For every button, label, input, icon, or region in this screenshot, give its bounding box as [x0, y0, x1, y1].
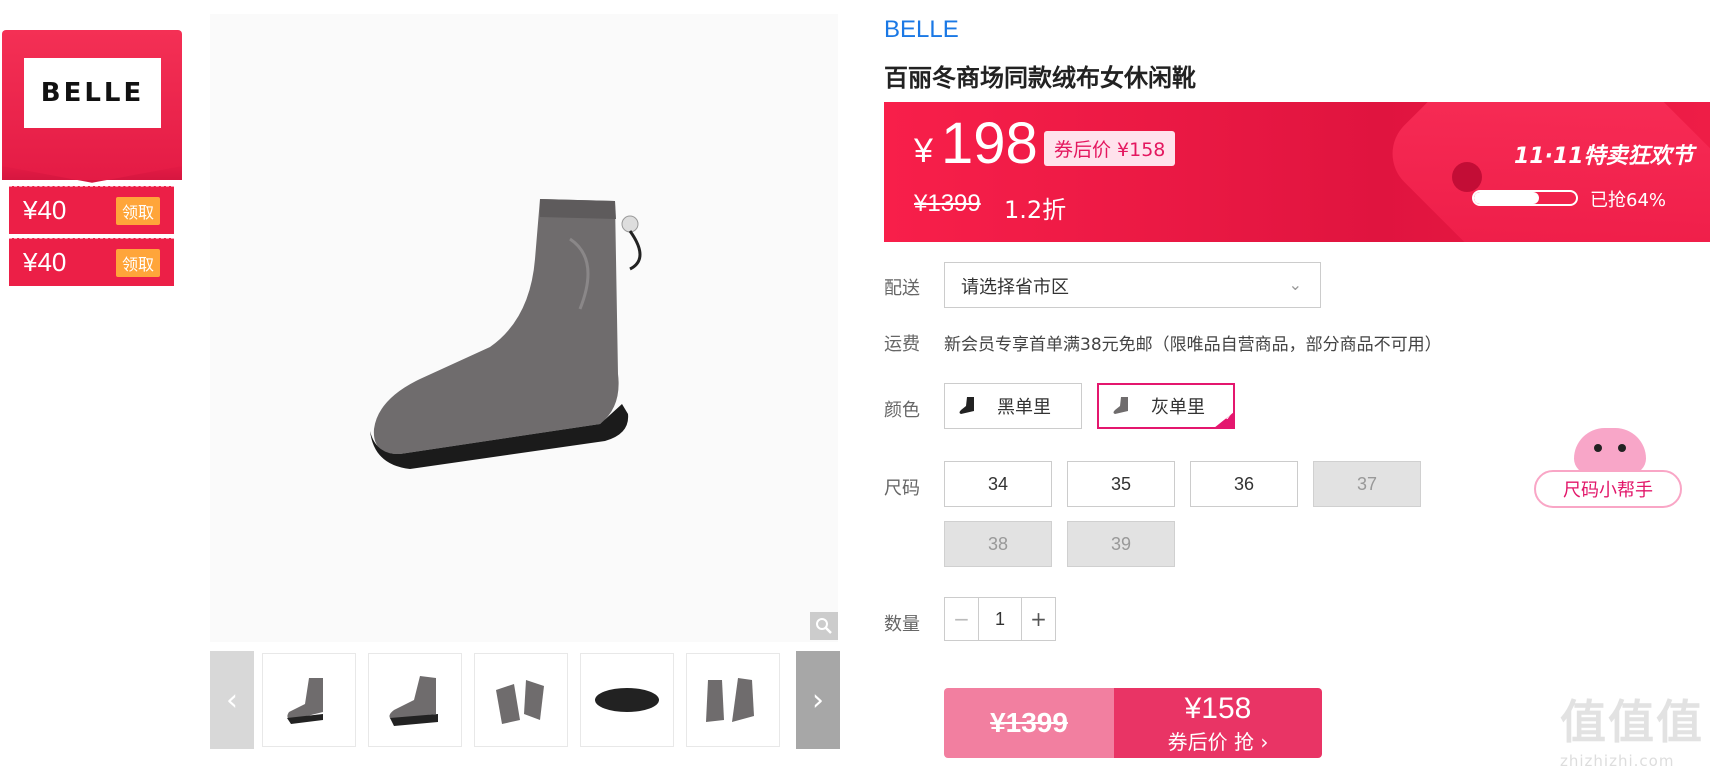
main-product-image[interactable]	[210, 14, 838, 642]
color-option-label: 黑单里	[997, 397, 1051, 418]
current-price: 198	[941, 111, 1038, 176]
sold-progress-bar	[1472, 190, 1578, 206]
chevron-left-icon[interactable]: ‹	[210, 651, 254, 749]
banner-dot	[1452, 162, 1482, 192]
boot-image	[370, 199, 642, 469]
thumbnail[interactable]	[368, 653, 462, 747]
size-option-unavailable[interactable]: 37	[1313, 461, 1421, 507]
product-title: 百丽冬商场同款绒布女休闲靴	[884, 64, 1196, 92]
color-label: 颜色	[884, 400, 920, 421]
decrease-button[interactable]: −	[945, 598, 979, 640]
watermark: 值值值 zhizhizhi.com	[1560, 686, 1704, 768]
buy-action-label: 券后价 抢 ›	[1167, 729, 1269, 754]
color-option-label: 灰单里	[1151, 397, 1205, 418]
size-label: 尺码	[884, 478, 920, 499]
boot-thumbnail-icon	[1113, 397, 1128, 414]
after-coupon-price-tag: 券后价 ¥158	[1044, 131, 1176, 166]
region-select[interactable]: 请选择省市区 ⌄	[944, 262, 1321, 308]
mascot-icon	[1574, 428, 1646, 474]
coupon-2: ¥40 领取	[9, 238, 174, 286]
sold-percent: 已抢64%	[1590, 190, 1667, 211]
thumbnail-strip: ‹ ›	[210, 651, 840, 749]
brand-logo: BELLE	[24, 58, 161, 128]
original-price: ¥1399	[914, 190, 981, 217]
coupon-amount: ¥40	[23, 195, 67, 225]
quantity-label: 数量	[884, 614, 920, 635]
thumbnail[interactable]	[474, 653, 568, 747]
coupon-amount: ¥40	[23, 247, 67, 277]
currency-symbol: ¥	[914, 132, 933, 170]
boot-thumbnail-icon	[959, 397, 974, 414]
buy-button[interactable]: ¥1399 ¥158 券后价 抢 ›	[944, 688, 1322, 758]
size-option[interactable]: 34	[944, 461, 1052, 507]
color-option-gray[interactable]: 灰单里 ✓	[1097, 383, 1235, 429]
size-helper-button[interactable]: 尺码小帮手	[1534, 470, 1682, 508]
thumbnail[interactable]	[686, 653, 780, 747]
brand-link[interactable]: BELLE	[884, 16, 959, 44]
buy-price: ¥158	[1184, 691, 1252, 725]
shipping-label: 运费	[884, 334, 920, 355]
claim-coupon-button[interactable]: 领取	[115, 196, 160, 225]
thumbnail[interactable]	[580, 653, 674, 747]
claim-coupon-button[interactable]: 领取	[115, 248, 160, 277]
size-helper[interactable]: 尺码小帮手	[1534, 428, 1682, 514]
watermark-url: zhizhizhi.com	[1560, 752, 1675, 768]
thumbnail[interactable]	[262, 653, 356, 747]
size-option-unavailable[interactable]: 39	[1067, 521, 1175, 567]
selected-check-icon: ✓	[1214, 412, 1234, 428]
size-option[interactable]: 36	[1190, 461, 1298, 507]
buy-original-price: ¥1399	[944, 688, 1114, 758]
quantity-stepper: − 1 +	[944, 597, 1056, 641]
sold-progress-fill	[1474, 192, 1540, 204]
color-option-black[interactable]: 黑单里	[944, 383, 1082, 429]
region-select-value: 请选择省市区	[961, 277, 1069, 298]
brand-card[interactable]: BELLE	[2, 30, 182, 180]
festival-label: 11·11特卖狂欢节	[1514, 144, 1694, 169]
watermark-logo: 值值值	[1560, 695, 1704, 749]
chevron-right-icon[interactable]: ›	[796, 651, 840, 749]
zoom-icon[interactable]	[810, 612, 838, 640]
increase-button[interactable]: +	[1021, 598, 1055, 640]
coupon-1: ¥40 领取	[9, 186, 174, 234]
brand-logo-text: BELLE	[40, 78, 145, 108]
buy-coupon-action[interactable]: ¥158 券后价 抢 ›	[1114, 688, 1322, 758]
chevron-down-icon: ⌄	[1288, 275, 1302, 294]
size-option-unavailable[interactable]: 38	[944, 521, 1052, 567]
banner-decoration	[1376, 102, 1710, 242]
delivery-label: 配送	[884, 278, 920, 299]
price-banner: ¥ 198 券后价 ¥158 ¥1399 1.2折 11·11特卖狂欢节 已抢6…	[884, 102, 1710, 242]
discount-rate: 1.2折	[1004, 196, 1067, 224]
size-option[interactable]: 35	[1067, 461, 1175, 507]
quantity-input[interactable]: 1	[979, 598, 1021, 640]
shipping-info: 新会员专享首单满38元免邮（限唯品自营商品，部分商品不可用）	[944, 335, 1442, 355]
